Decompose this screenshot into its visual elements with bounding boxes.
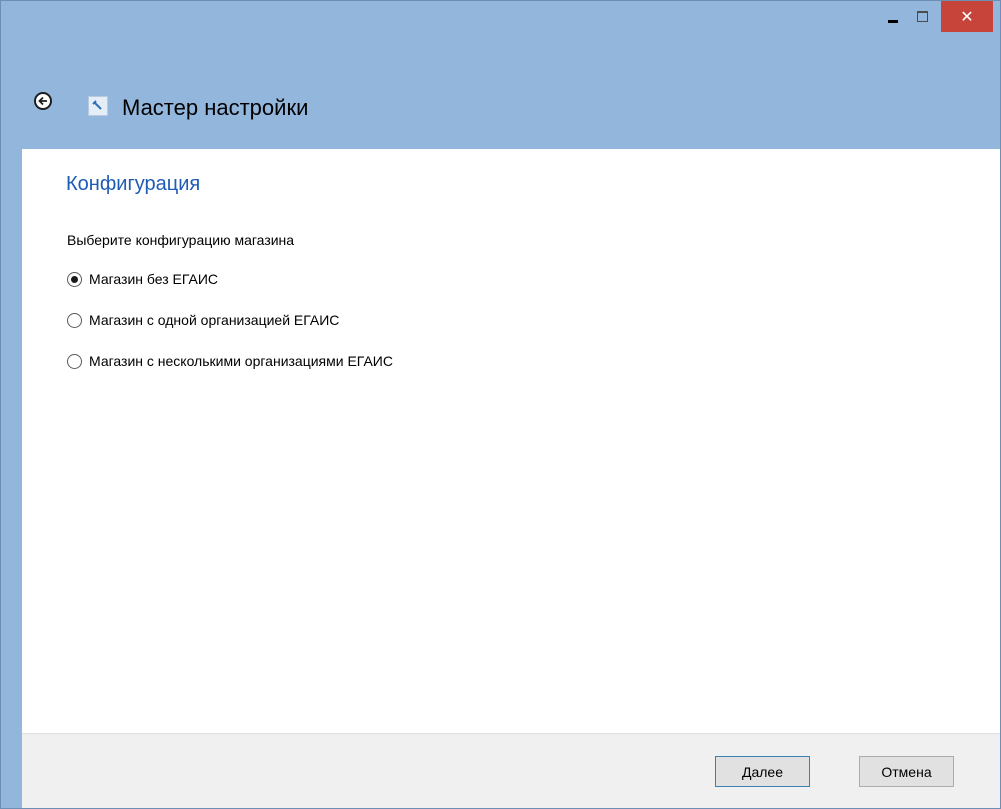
setup-wizard-window: ✕ Мастер настройки Конфигурация Выберите…: [0, 0, 1001, 809]
radio-option-single-org-egais[interactable]: Магазин с одной организацией ЕГАИС: [67, 310, 393, 330]
radio-option-multiple-orgs-egais[interactable]: Магазин с несколькими организациями ЕГАИ…: [67, 351, 393, 371]
next-button[interactable]: Далее: [715, 756, 810, 787]
radio-button[interactable]: [67, 312, 82, 328]
radio-button[interactable]: [67, 353, 82, 369]
radio-label: Магазин без ЕГАИС: [89, 271, 219, 287]
store-configuration-radio-group: Магазин без ЕГАИС Магазин с одной органи…: [67, 269, 393, 392]
wizard-content: Конфигурация Выберите конфигурацию магаз…: [22, 149, 1000, 733]
close-icon: ✕: [960, 8, 974, 26]
title-bar[interactable]: ✕: [1, 1, 1000, 61]
back-arrow-icon[interactable]: [34, 92, 52, 110]
radio-button[interactable]: [67, 271, 82, 287]
radio-label: Магазин с несколькими организациями ЕГАИ…: [89, 353, 393, 369]
maximize-icon[interactable]: [908, 6, 937, 27]
radio-option-no-egais[interactable]: Магазин без ЕГАИС: [67, 269, 393, 289]
window-title: Мастер настройки: [122, 95, 309, 120]
close-button[interactable]: ✕: [941, 1, 993, 32]
window-controls: ✕: [879, 1, 993, 32]
page-title: Конфигурация: [66, 173, 201, 195]
next-button-accelerator: Д: [741, 763, 752, 780]
configuration-prompt: Выберите конфигурацию магазина: [67, 232, 295, 248]
wrench-icon: [88, 96, 108, 116]
cancel-button[interactable]: Отмена: [859, 756, 954, 787]
header: Мастер настройки: [1, 61, 1000, 149]
next-button-label: алее: [751, 763, 783, 780]
wizard-footer: Далее Отмена: [22, 733, 1000, 808]
radio-label: Магазин с одной организацией ЕГАИС: [89, 312, 340, 328]
minimize-icon[interactable]: [879, 6, 908, 27]
